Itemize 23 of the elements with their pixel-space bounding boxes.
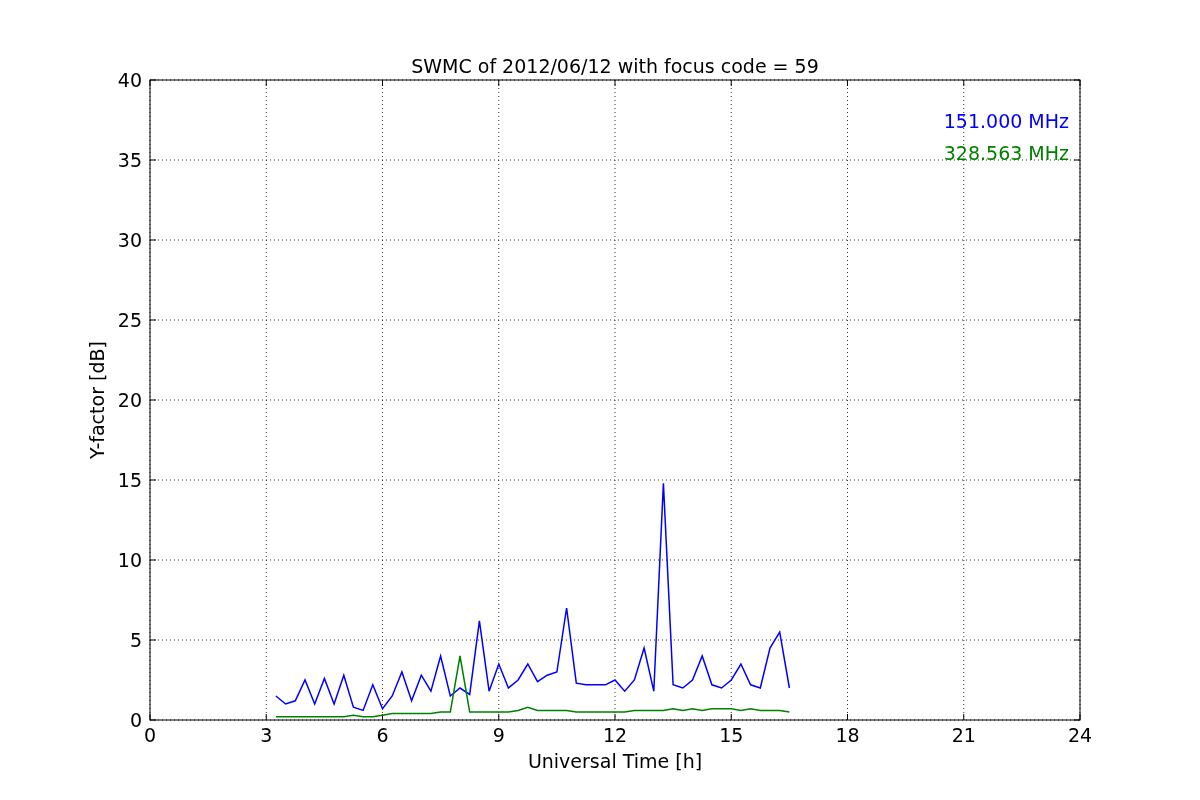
y-tick-label: 15	[117, 469, 142, 491]
y-tick-label: 10	[117, 549, 142, 571]
y-tick-label: 0	[129, 709, 142, 731]
y-axis-title: Y-factor [dB]	[86, 341, 108, 459]
x-tick-label: 18	[835, 724, 860, 746]
x-tick-label: 0	[143, 724, 157, 746]
y-tick-label: 20	[117, 389, 142, 411]
y-tick-label: 40	[117, 69, 142, 91]
legend-label: 328.563 MHz	[943, 142, 1069, 164]
x-axis-title: Universal Time [h]	[527, 750, 703, 772]
y-tick-label: 35	[117, 149, 142, 171]
x-tick-label: 15	[719, 724, 744, 746]
x-tick-label: 9	[492, 724, 505, 746]
x-tick-label: 3	[260, 724, 273, 746]
chart-title: SWMC of 2012/06/12 with focus code = 59	[411, 55, 819, 77]
legend-label: 151.000 MHz	[943, 110, 1069, 132]
x-tick-label: 21	[951, 724, 976, 746]
y-tick-label: 30	[117, 229, 142, 251]
x-tick-label: 24	[1067, 724, 1093, 746]
x-tick-label: 6	[376, 724, 389, 746]
x-tick-label: 12	[602, 724, 628, 746]
y-tick-label: 25	[117, 309, 142, 331]
y-tick-label: 5	[129, 629, 142, 651]
